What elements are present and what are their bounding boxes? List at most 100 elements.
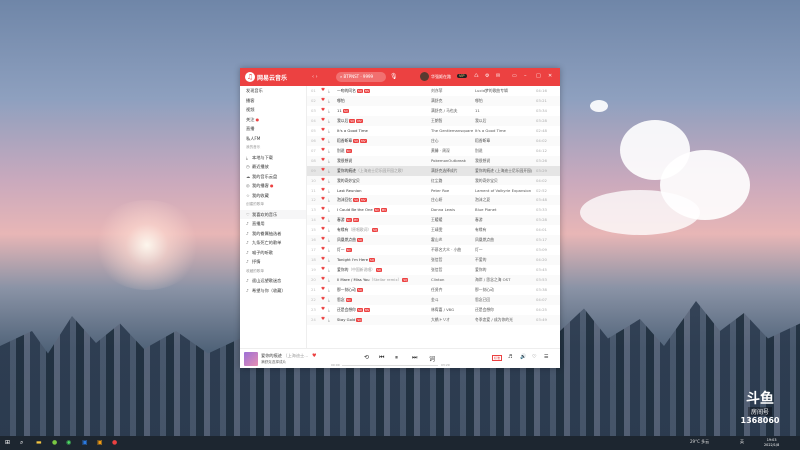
table-row[interactable]: 09 ♥ ⤓ 爱你的痕迹（上海迪士尼乐园开园之歌） 满舒克选择成片 爱你的痕迹 (上海迪士… xyxy=(307,165,560,176)
heart-icon[interactable]: ♥ xyxy=(321,285,325,295)
download-icon[interactable]: ⤓ xyxy=(328,315,330,325)
sidebar-item[interactable]: ♪ 我的眷属抽选者 xyxy=(240,229,306,239)
song-album[interactable]: 我的奇妙宝贝 xyxy=(475,176,533,186)
song-album[interactable]: 有缘有 xyxy=(475,225,533,235)
song-artist[interactable]: 庄心妍 xyxy=(431,195,473,205)
sidebar-item[interactable]: 发现音乐 xyxy=(240,86,306,96)
sidebar-item[interactable]: 直播 xyxy=(240,124,306,134)
netease-music-icon[interactable]: ● xyxy=(112,439,117,446)
heart-icon[interactable]: ♥ xyxy=(321,186,325,196)
folder-icon[interactable]: ▬ xyxy=(36,439,42,446)
download-icon[interactable]: ⤓ xyxy=(328,106,330,116)
wechat-icon[interactable]: ◉ xyxy=(66,439,71,446)
weather[interactable]: 29°C 多云 xyxy=(690,439,709,445)
song-artist[interactable]: 庄心 xyxy=(431,136,473,146)
song-album[interactable]: It's a Good Time xyxy=(475,126,533,136)
download-icon[interactable]: ⤓ xyxy=(328,116,330,126)
now-playing-artist[interactable]: 满舒克选择成片 xyxy=(261,360,286,365)
song-album[interactable]: 我以后 xyxy=(475,116,533,126)
download-icon[interactable]: ⤓ xyxy=(328,96,330,106)
sidebar-item[interactable]: ♪ 遥山远望歌迷恋 xyxy=(240,276,306,286)
song-title[interactable]: 春游 SQ MV xyxy=(337,215,429,225)
song-album[interactable]: 冬季恋爱 / 成为你的光 xyxy=(475,315,533,325)
download-icon[interactable]: ⤓ xyxy=(328,275,330,285)
download-icon[interactable]: ⤓ xyxy=(328,255,330,265)
song-artist[interactable]: 满舒克 xyxy=(431,96,473,106)
song-title[interactable]: It's a Good Time xyxy=(337,126,429,136)
table-row[interactable]: 11 ♥ ⤓ Last Reunion Peter Roe Lament of Valky… xyxy=(307,186,560,196)
table-row[interactable]: 22 ♥ ⤓ 思念 SQ 金斗 思念已回 04:07 xyxy=(307,294,560,305)
table-row[interactable]: 12 ♥ ⤓ 泡沫回忆 SQ MV 庄心妍 泡沫之夏 03:48 xyxy=(307,195,560,206)
download-icon[interactable]: ⤓ xyxy=(328,245,330,255)
sidebar-item[interactable]: ♪ 希望与你（收藏） xyxy=(240,286,306,296)
download-icon[interactable]: ⤓ xyxy=(328,195,330,205)
progress-bar[interactable] xyxy=(342,364,438,366)
heart-icon[interactable]: ♥ xyxy=(321,295,325,305)
song-album[interactable]: 11 xyxy=(475,106,533,116)
close-icon[interactable]: ✕ xyxy=(548,73,552,79)
table-row[interactable]: 17 ♥ ⤓ 灯一 SQ 不慕名大众 · 小曲 灯一 03:09 xyxy=(307,245,560,255)
song-album[interactable]: 爱你的 xyxy=(475,265,533,275)
song-artist[interactable]: 满舒克选择成片 xyxy=(431,166,473,176)
song-artist[interactable]: 红尘路 xyxy=(431,176,473,186)
song-title[interactable]: 我的奇妙宝贝 xyxy=(337,176,429,186)
song-artist[interactable]: 王暖暖 xyxy=(431,215,473,225)
table-row[interactable]: 05 ♥ ⤓ It's a Good Time The Gentlemansquare I… xyxy=(307,126,560,136)
avatar[interactable] xyxy=(420,72,429,81)
together-icon[interactable]: ♡ xyxy=(532,354,536,360)
heart-icon[interactable]: ♥ xyxy=(321,275,325,285)
sidebar-item[interactable]: ♪ 抒情 xyxy=(240,257,306,267)
playlist-icon[interactable]: ☰ xyxy=(544,354,548,360)
heart-icon[interactable]: ♥ xyxy=(321,245,325,255)
search-icon[interactable]: ⌕ xyxy=(20,439,23,447)
mv-badge[interactable]: MV xyxy=(363,307,371,312)
table-row[interactable]: 10 ♥ ⤓ 我的奇妙宝贝 红尘路 我的奇妙宝贝 04:02 xyxy=(307,175,560,186)
heart-icon[interactable]: ♥ xyxy=(321,176,325,186)
song-title[interactable]: 爱你的（中国新说唱） SQ xyxy=(337,265,429,275)
song-artist[interactable]: 王朗智 xyxy=(431,116,473,126)
song-artist[interactable]: 霍山炎 xyxy=(431,235,473,245)
download-icon[interactable]: ⤓ xyxy=(328,265,330,275)
heart-icon[interactable]: ♥ xyxy=(321,96,325,106)
lyric-toggle-icon[interactable]: 词 xyxy=(429,354,435,363)
heart-icon[interactable]: ♥ xyxy=(321,255,325,265)
download-icon[interactable]: ⤓ xyxy=(328,295,330,305)
download-icon[interactable]: ⤓ xyxy=(328,285,330,295)
mv-badge[interactable]: MV xyxy=(363,89,371,93)
effects-icon[interactable]: ♬ xyxy=(508,354,512,360)
song-album[interactable]: 泡沫之夏 xyxy=(475,195,533,205)
table-row[interactable]: 06 ♥ ⤓ 稻香断章 SQ MV 庄心 稻香断章 04:02 xyxy=(307,135,560,146)
table-row[interactable]: 08 ♥ ⤓ 我很想说 PokemonOutbreak 我很想说 03:26 xyxy=(307,155,560,166)
song-title[interactable]: 一吻的同名 SQ MV xyxy=(337,86,429,96)
now-playing-title[interactable]: 爱你的痕迹 （上海迪士… xyxy=(261,353,308,359)
sidebar-item[interactable]: 播客 xyxy=(240,96,306,106)
song-album[interactable]: 稻香断章 xyxy=(475,136,533,146)
song-title[interactable]: 凤凰燃点曲 SQ xyxy=(337,235,429,245)
download-icon[interactable]: ⤓ xyxy=(328,235,330,245)
heart-icon[interactable]: ♥ xyxy=(321,166,325,176)
clock[interactable]: 19:03 2022/1/8 xyxy=(764,438,779,447)
sidebar-item[interactable]: ◷ 最近播放 xyxy=(240,162,306,172)
heart-icon[interactable]: ♥ xyxy=(321,315,325,325)
next-icon[interactable]: ⏭ xyxy=(412,354,417,362)
song-title[interactable]: 灯一 SQ xyxy=(337,245,429,255)
song-album[interactable]: 不爱的 xyxy=(475,255,533,265)
song-album[interactable]: 我很想说 xyxy=(475,156,533,166)
download-icon[interactable]: ⤓ xyxy=(328,146,330,156)
mv-badge[interactable]: MV xyxy=(356,118,363,123)
vip-badge[interactable]: VIP xyxy=(457,74,467,78)
sidebar-item[interactable]: ♪ 直播用 xyxy=(240,219,306,229)
heart-icon[interactable]: ♥ xyxy=(321,86,325,96)
song-title[interactable]: I Could Be the One SQ MV xyxy=(337,205,429,215)
start-icon[interactable]: ⊞ xyxy=(5,439,10,446)
song-artist[interactable]: 大橋トリオ xyxy=(431,315,473,325)
download-icon[interactable]: ⤓ xyxy=(328,186,330,196)
heart-icon[interactable]: ♥ xyxy=(321,106,325,116)
input-language[interactable]: 英 xyxy=(740,439,744,445)
download-icon[interactable]: ⤓ xyxy=(328,126,330,136)
song-album[interactable]: 还是会想你 xyxy=(475,305,533,315)
play-mode-icon[interactable]: ⟲ xyxy=(364,354,369,361)
song-album[interactable]: 灯一 xyxy=(475,245,533,255)
download-icon[interactable]: ⤓ xyxy=(328,86,330,96)
heart-icon[interactable]: ♥ xyxy=(321,156,325,166)
